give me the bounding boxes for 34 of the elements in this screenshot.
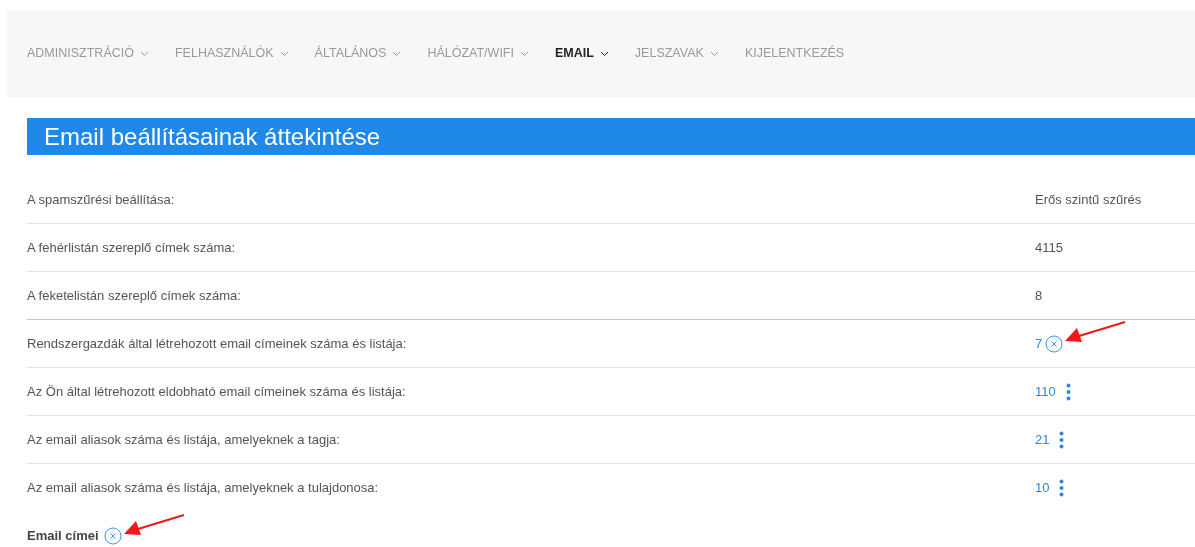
more-vertical-icon[interactable] [1059,479,1065,497]
setting-value: Erős szintű szűrés [1035,190,1142,209]
chevron-down-icon [392,50,402,57]
setting-value: 8 [1035,286,1043,305]
setting-label: A fehérlistán szereplő címek száma: [27,238,237,257]
setting-label: Rendszergazdák által létrehozott email címeinek száma és listája: [27,334,408,353]
close-circle-icon[interactable] [1045,334,1064,353]
section-title: Email címei [27,527,99,545]
count-link[interactable]: 7 [1035,333,1043,354]
chevron-down-icon [519,50,529,57]
nav-item[interactable]: HÁLÓZAT/WIFI [427,44,529,63]
setting-label: Az Ön által létrehozott eldobható email címeinek száma és listája: [27,382,407,401]
page-heading: Email beállításainak áttekintése [27,118,1195,155]
nav-item[interactable]: FELHASZNÁLÓK [174,44,289,63]
chevron-down-icon [599,50,609,57]
count-link[interactable]: 110 [1035,381,1056,402]
chevron-down-icon [709,50,719,57]
setting-label: A spamszűrési beállítása: [27,190,176,209]
more-vertical-icon[interactable] [1065,382,1071,401]
chevron-down-icon [139,50,149,57]
setting-label: A feketelistán szereplő címek száma: [27,286,242,305]
count-link[interactable]: 10 [1035,478,1050,498]
more-vertical-icon[interactable] [1059,430,1065,449]
setting-value: 4115 [1035,238,1063,257]
chevron-down-icon [279,50,289,57]
nav-item[interactable]: ADMINISZTRÁCIÓ [27,44,149,63]
nav-item[interactable]: KIJELENTKEZÉS [744,44,845,63]
count-link[interactable]: 21 [1035,429,1050,450]
setting-label: Az email aliasok száma és listája, amelyeknek a tagja: [27,430,341,449]
setting-label: Az email aliasok száma és listája, amelyeknek a tulajdonosa: [27,479,380,498]
close-circle-icon[interactable] [103,526,122,545]
nav-item[interactable]: ÁLTALÁNOS [314,44,402,63]
nav-item[interactable]: JELSZAVAK [634,44,719,63]
nav-item[interactable]: EMAIL [554,44,609,63]
